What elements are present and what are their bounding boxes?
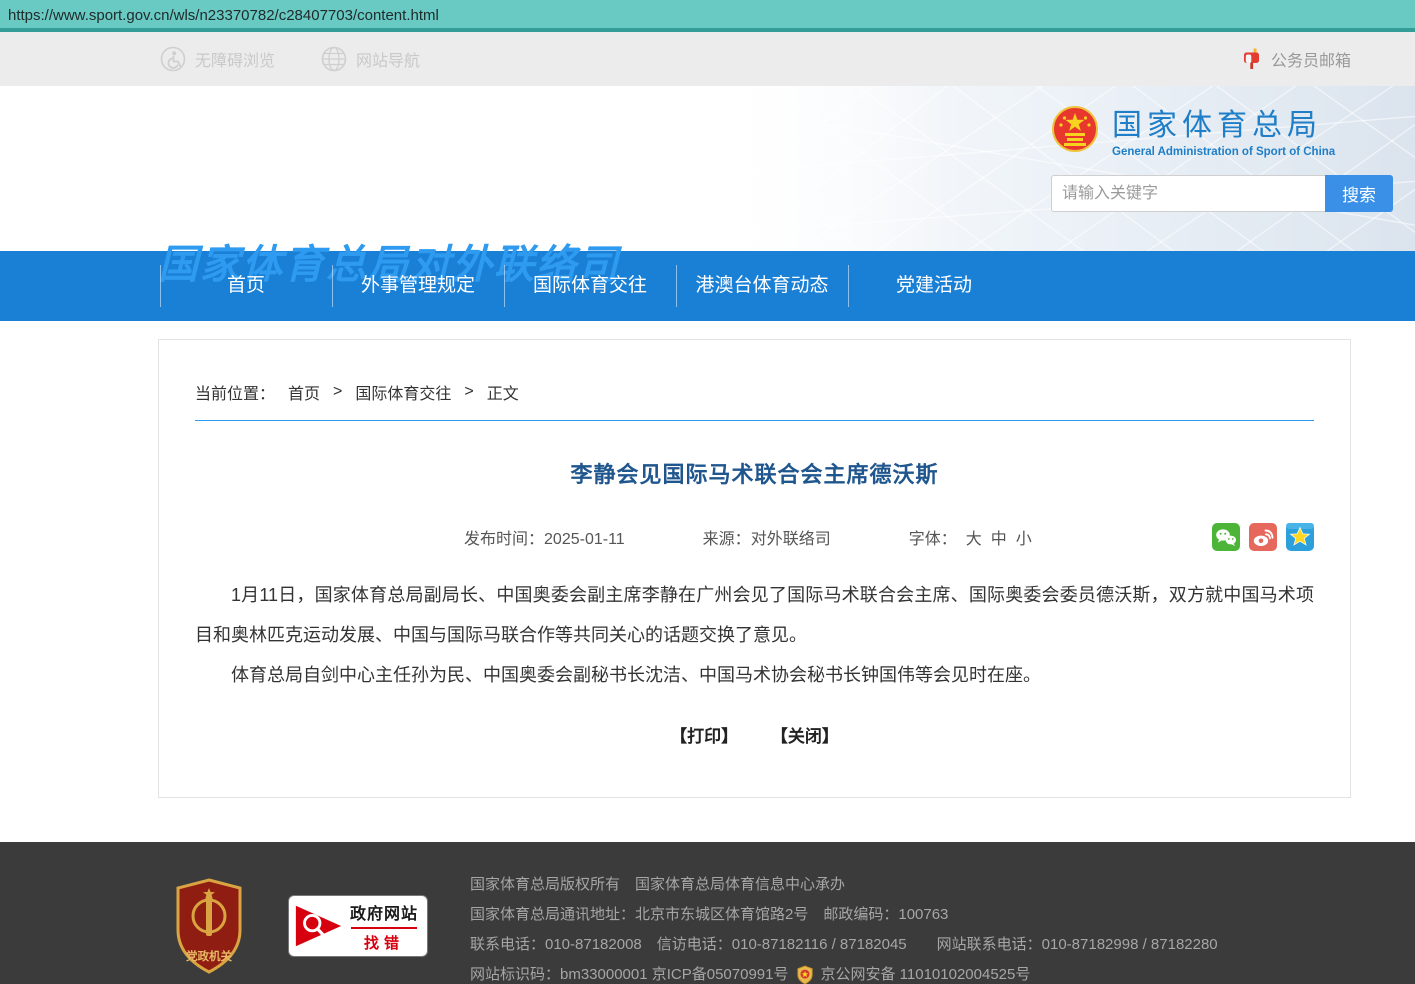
footer-copyright: 国家体育总局版权所有 国家体育总局体育信息中心承办 [470,870,1218,900]
footer-address: 国家体育总局通讯地址：北京市东城区体育馆路2号 邮政编码：100763 [470,900,1218,930]
site-header: 国家体育总局对外联络司 国家体育总局 General Administratio… [0,86,1415,251]
site-footer: 党政机关 政府网站 找错 国家体育总局版权所有 国家体育总局体育信息中心承办 国… [0,842,1415,984]
gov-site-error-report-badge[interactable]: 政府网站 找错 [288,895,428,957]
footer-text-block: 国家体育总局版权所有 国家体育总局体育信息中心承办 国家体育总局通讯地址：北京市… [470,870,1218,984]
publish-time: 发布时间：2025-01-11 [464,525,625,549]
article-source: 来源：对外联络司 [703,525,831,549]
logo-text-group: 国家体育总局 General Administration of Sport o… [1112,100,1335,158]
nav-item-hk-mo-tw-sports[interactable]: 港澳台体育动态 [676,251,848,321]
article-body: 1月11日，国家体育总局副局长、中国奥委会副主席李静在广州会见了国际马术联合会主… [195,575,1314,695]
error-badge-line1: 政府网站 [349,900,419,924]
breadcrumb-current: 正文 [487,380,519,404]
breadcrumb: 当前位置： 首页 > 国际体育交往 > 正文 [195,368,1314,421]
search-input[interactable] [1051,175,1325,212]
globe-icon [321,46,347,72]
publish-date: 2025-01-11 [544,531,625,548]
police-badge-icon [796,965,814,984]
page-url[interactable]: https://www.sport.gov.cn/wls/n23370782/c… [8,7,439,24]
error-badge-text: 政府网站 找错 [349,900,419,953]
font-size-large-button[interactable]: 大 [966,525,982,549]
site-nav-link[interactable]: 网站导航 [321,46,420,72]
nav-item-foreign-affairs-rules[interactable]: 外事管理规定 [332,251,504,321]
source-value: 对外联络司 [751,531,831,548]
footer-badges: 党政机关 政府网站 找错 [172,842,428,984]
close-button[interactable]: 【关闭】 [771,727,839,746]
breadcrumb-separator: > [333,383,342,401]
main-nav: 首页 外事管理规定 国际体育交往 港澳台体育动态 党建活动 [0,251,1415,321]
mailbox-link[interactable]: 公务员邮箱 [1242,47,1351,71]
site-logo[interactable]: 国家体育总局 General Administration of Sport o… [1051,100,1393,158]
nav-item-international-sports[interactable]: 国际体育交往 [504,251,676,321]
footer-site-id: 网站标识码：bm33000001 京ICP备05070991号 [470,960,789,984]
breadcrumb-international-sports[interactable]: 国际体育交往 [355,380,451,404]
nav-item-party-building[interactable]: 党建活动 [848,251,1020,321]
search-bar: 搜索 [1051,175,1393,212]
site-nav-label: 网站导航 [356,47,420,71]
page: https://www.sport.gov.cn/wls/n23370782/c… [0,0,1415,984]
share-icons [1212,523,1314,551]
accessibility-link[interactable]: 无障碍浏览 [160,46,275,72]
utility-left-group: 无障碍浏览 网站导航 [160,46,420,72]
font-size-medium-button[interactable]: 中 [991,525,1007,549]
mailbox-label: 公务员邮箱 [1271,47,1351,71]
logo-subtitle: General Administration of Sport of China [1112,146,1335,158]
error-badge-divider [351,927,417,929]
weibo-share-icon[interactable] [1249,523,1277,551]
party-government-badge[interactable]: 党政机关 [172,878,246,974]
content-box: 当前位置： 首页 > 国际体育交往 > 正文 李静会见国际马术联合会主席德沃斯 … [158,339,1351,798]
article-title: 李静会见国际马术联合会主席德沃斯 [195,457,1314,489]
footer-police-record-link[interactable]: 京公网安备 11010102004525号 [821,960,1031,984]
logo-title: 国家体育总局 [1112,100,1335,144]
font-size-label: 字体： [909,525,957,549]
accessibility-icon [160,46,186,72]
font-size-control: 字体： 大 中 小 [909,525,1032,549]
article-meta-left: 发布时间：2025-01-11 来源：对外联络司 字体： 大 中 小 [195,525,1032,549]
breadcrumb-home[interactable]: 首页 [288,380,320,404]
print-button[interactable]: 【打印】 [670,727,738,746]
header-right-group: 国家体育总局 General Administration of Sport o… [1051,100,1393,212]
nav-item-home[interactable]: 首页 [160,251,332,321]
article-paragraph: 体育总局自剑中心主任孙为民、中国奥委会副秘书长沈洁、中国马术协会秘书长钟国伟等会… [195,655,1314,695]
wechat-share-icon[interactable] [1212,523,1240,551]
mailbox-icon [1242,48,1262,70]
article-meta-row: 发布时间：2025-01-11 来源：对外联络司 字体： 大 中 小 [195,523,1314,551]
footer-registration: 网站标识码：bm33000001 京ICP备05070991号 京公网安备 11… [470,960,1218,984]
national-emblem-icon [1051,105,1099,153]
breadcrumb-prefix: 当前位置： [195,380,275,404]
font-size-small-button[interactable]: 小 [1016,525,1032,549]
accessibility-label: 无障碍浏览 [195,47,275,71]
article-paragraph: 1月11日，国家体育总局副局长、中国奥委会副主席李静在广州会见了国际马术联合会主… [195,575,1314,655]
footer-phones: 联系电话：010-87182008 信访电话：010-87182116 / 87… [470,930,1218,960]
main-area: 当前位置： 首页 > 国际体育交往 > 正文 李静会见国际马术联合会主席德沃斯 … [0,321,1415,842]
utility-bar: 无障碍浏览 网站导航 公务员邮箱 [0,32,1415,86]
browser-url-bar[interactable]: https://www.sport.gov.cn/wls/n23370782/c… [0,0,1415,32]
error-badge-line2: 找错 [349,932,419,953]
article-actions: 【打印】 【关闭】 [195,722,1314,747]
breadcrumb-separator: > [464,383,473,401]
error-report-flag-icon [293,903,343,949]
qzone-share-icon[interactable] [1286,523,1314,551]
party-badge-label: 党政机关 [186,949,232,963]
search-button[interactable]: 搜索 [1325,175,1393,212]
